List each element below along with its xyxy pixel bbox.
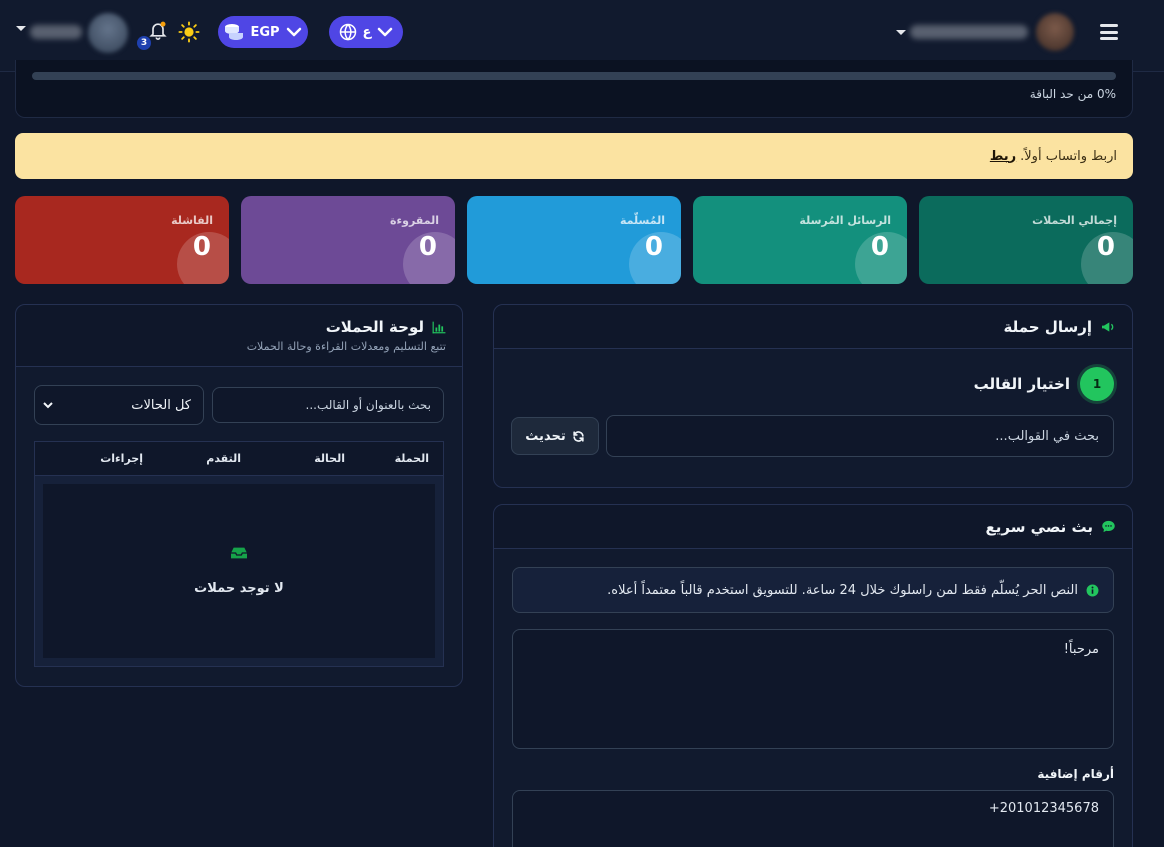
whatsapp-connect-alert: اربط واتساب أولاً. ربط [15,133,1133,179]
extra-numbers-label: أرقام إضافية [1037,767,1114,781]
dashboard-header: لوحة الحملات تتبع التسليم ومعدلات القراء… [16,305,462,367]
stat-card-sent-messages: الرسائل المُرسلة 0 [693,196,907,284]
info-icon [1086,584,1099,596]
stat-label: المقروءة [390,214,439,227]
stat-label: إجمالي الحملات [1032,214,1117,227]
quick-broadcast-panel: بث نصي سريع النص الحر يُسلّم فقط لمن راس… [493,504,1133,847]
chevron-down-icon [43,402,53,409]
language-selector[interactable]: ع [329,16,403,48]
bell-icon[interactable] [148,20,168,40]
inbox-icon [231,547,247,558]
refresh-button[interactable]: تحديث [511,417,599,455]
globe-icon [339,23,356,41]
panel-title: بث نصي سريع [985,517,1093,536]
plan-quota-card: 0% من حد الباقة [15,60,1133,118]
stat-label: الفاشلة [171,214,213,227]
stat-value: 0 [870,232,889,262]
step-choose-template: 1 اختيار القالب [974,367,1114,401]
campaign-search-input[interactable]: بحث بالعنوان أو القالب... [212,387,444,423]
stat-value: 0 [418,232,437,262]
table-header: الحملة الحالة التقدم إجراءات [35,442,443,476]
stat-card-total-campaigns: إجمالي الحملات 0 [919,196,1133,284]
empty-state-text: لا توجد حملات [194,580,284,596]
extra-numbers-textarea[interactable]: +201012345678 [512,790,1114,847]
stat-card-read: المقروءة 0 [241,196,455,284]
account-avatar[interactable] [1036,13,1074,51]
currency-label: EGP [250,24,280,40]
connect-link[interactable]: ربط [990,149,1016,164]
message-textarea[interactable]: مرحباً! [512,629,1114,749]
column-status[interactable]: الحالة [261,452,357,465]
info-notice: النص الحر يُسلّم فقط لمن راسلوك خلال 24 … [512,567,1114,613]
panel-subtitle: تتبع التسليم ومعدلات القراءة وحالة الحمل… [246,340,446,353]
sun-icon[interactable] [178,21,200,43]
empty-state: لا توجد حملات [43,484,435,658]
refresh-label: تحديث [525,428,566,444]
chevron-down-icon [378,27,393,37]
send-campaign-panel: إرسال حملة 1 اختيار القالب بحث في القوال… [493,304,1133,488]
hamburger-menu-icon[interactable] [1100,24,1118,40]
stat-value: 0 [644,232,663,262]
coins-icon [225,24,244,40]
chat-bubble-icon [1102,520,1115,533]
stat-card-delivered: المُسلّمة 0 [467,196,681,284]
step-title: اختيار القالب [973,375,1070,393]
user-name-blurred[interactable] [30,25,82,39]
stat-label: المُسلّمة [619,214,665,227]
stat-value: 0 [1096,232,1115,262]
chevron-down-icon [286,27,301,37]
quick-broadcast-header: بث نصي سريع [494,505,1132,549]
info-text: النص الحر يُسلّم فقط لمن راسلوك خلال 24 … [607,582,1078,598]
quota-text: 0% من حد الباقة [1029,87,1116,101]
stat-value: 0 [192,232,211,262]
megaphone-icon [1102,321,1114,332]
stat-label: الرسائل المُرسلة [799,214,891,227]
step-number-badge: 1 [1080,367,1114,401]
status-filter-select[interactable]: كل الحالات [34,385,204,425]
bar-chart-icon [432,321,446,333]
campaigns-table: الحملة الحالة التقدم إجراءات لا توجد حمل… [34,441,444,667]
currency-selector[interactable]: EGP [218,16,308,48]
account-name-blurred[interactable] [910,25,1028,39]
column-campaign[interactable]: الحملة [357,452,443,465]
language-label: ع [362,24,372,40]
send-campaign-header: إرسال حملة [494,305,1132,349]
template-search-input[interactable]: بحث في القوالب... [606,415,1114,457]
panel-title: إرسال حملة [1003,317,1092,336]
stat-card-failed: الفاشلة 0 [15,196,229,284]
user-menu-caret-icon[interactable] [16,26,26,31]
column-actions: إجراءات [100,452,143,465]
campaign-dashboard-panel: لوحة الحملات تتبع التسليم ومعدلات القراء… [15,304,463,687]
refresh-icon [573,430,584,442]
panel-title: لوحة الحملات [325,318,424,336]
column-progress[interactable]: التقدم [161,452,261,465]
alert-text: اربط واتساب أولاً. [1020,148,1117,164]
account-menu-caret-icon[interactable] [896,30,906,35]
avatar[interactable] [88,13,128,53]
status-filter-value: كل الحالات [131,397,191,413]
quota-progress-bar [32,72,1116,80]
extra-numbers-value: +201012345678 [988,801,1099,816]
